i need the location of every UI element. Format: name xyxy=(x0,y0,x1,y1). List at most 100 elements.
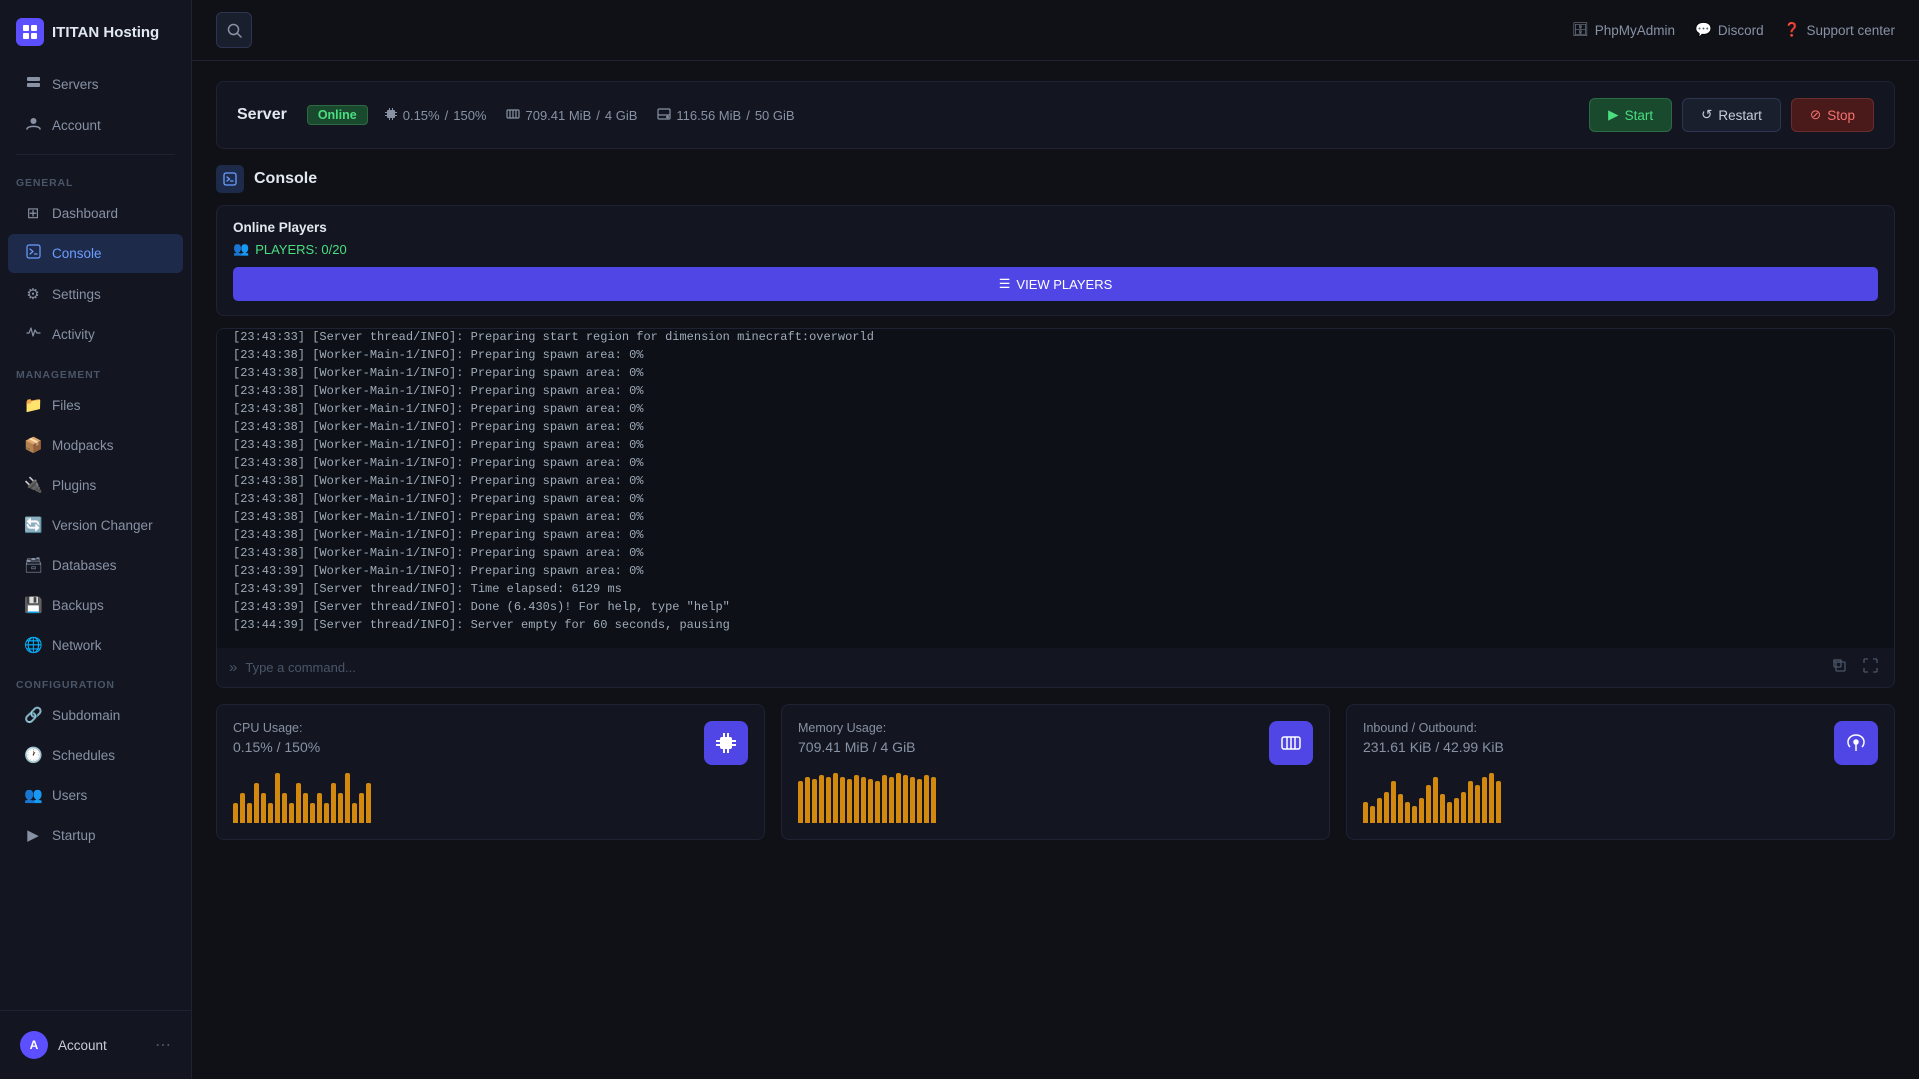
sparkline-bar xyxy=(345,773,350,823)
stop-button[interactable]: ⊘ Stop xyxy=(1791,98,1874,132)
console-output[interactable]: Starting net.minecraft.server.Main[23:43… xyxy=(216,328,1895,648)
sidebar-item-console[interactable]: Console xyxy=(8,234,183,273)
console-line: [23:43:38] [Worker-Main-1/INFO]: Prepari… xyxy=(233,544,1878,562)
discord-label: Discord xyxy=(1718,23,1764,38)
servers-icon xyxy=(24,75,42,94)
account-menu-icon[interactable]: ⋯ xyxy=(155,1035,171,1055)
view-players-icon: ☰ xyxy=(999,276,1011,292)
players-header: Online Players xyxy=(233,220,1878,235)
console-section-title: Console xyxy=(254,170,317,188)
sidebar-item-databases[interactable]: 🗃 Databases xyxy=(8,546,183,584)
sparkline-bar xyxy=(289,803,294,823)
sidebar-item-label: Plugins xyxy=(52,478,96,493)
sparkline-bar xyxy=(1454,798,1459,823)
sidebar-item-account-top[interactable]: Account xyxy=(8,106,183,145)
sidebar-item-subdomain[interactable]: 🔗 Subdomain xyxy=(8,696,183,734)
console-icon xyxy=(24,244,42,263)
stats-row: CPU Usage: 0.15% / 150% Memory Usage: 70… xyxy=(216,704,1895,840)
memory-stat: 709.41 MiB / 4 GiB xyxy=(506,107,637,124)
topbar-right: 🗄 PhpMyAdmin 💬 Discord ❓ Support center xyxy=(1572,22,1895,38)
sidebar-item-dashboard[interactable]: ⊞ Dashboard xyxy=(8,194,183,232)
account-top-icon xyxy=(24,116,42,135)
console-section-icon xyxy=(216,165,244,193)
app-logo[interactable]: ITITAN Hosting xyxy=(0,0,191,64)
console-line: [23:43:38] [Worker-Main-1/INFO]: Prepari… xyxy=(233,418,1878,436)
cpu-value: 0.15% xyxy=(403,108,440,123)
sidebar-item-activity[interactable]: Activity xyxy=(8,315,183,354)
sidebar-account[interactable]: A Account ⋯ xyxy=(8,1021,183,1069)
sparkline-bar xyxy=(861,777,866,823)
sidebar-item-label: Network xyxy=(52,638,102,653)
cpu-card-info: CPU Usage: 0.15% / 150% xyxy=(233,721,371,823)
sparkline-bar xyxy=(917,779,922,823)
sidebar-item-servers[interactable]: Servers xyxy=(8,65,183,104)
cpu-usage-card: CPU Usage: 0.15% / 150% xyxy=(216,704,765,840)
sparkline-bar xyxy=(812,779,817,823)
sidebar-item-files[interactable]: 📁 Files xyxy=(8,386,183,424)
sidebar-item-label: Dashboard xyxy=(52,206,118,221)
console-line: [23:43:38] [Worker-Main-1/INFO]: Prepari… xyxy=(233,472,1878,490)
fullscreen-button[interactable] xyxy=(1859,656,1882,679)
phpmyadmin-icon: 🗄 xyxy=(1572,22,1589,38)
sidebar-divider-1 xyxy=(16,154,175,155)
sparkline-bar xyxy=(359,793,364,823)
console-line: [23:43:38] [Worker-Main-1/INFO]: Prepari… xyxy=(233,382,1878,400)
status-badge: Online xyxy=(307,105,368,125)
sidebar-item-plugins[interactable]: 🔌 Plugins xyxy=(8,466,183,504)
console-line: [23:43:33] [Server thread/INFO]: Prepari… xyxy=(233,328,1878,346)
server-label: Server xyxy=(237,106,287,124)
memory-usage-card: Memory Usage: 709.41 MiB / 4 GiB xyxy=(781,704,1330,840)
players-count: 👥 PLAYERS: 0/20 xyxy=(233,241,1878,257)
sidebar-item-label: Subdomain xyxy=(52,708,120,723)
memory-separator: / xyxy=(596,108,600,123)
sparkline-bar xyxy=(819,775,824,823)
memory-card-info: Memory Usage: 709.41 MiB / 4 GiB xyxy=(798,721,936,823)
sidebar-item-settings[interactable]: ⚙ Settings xyxy=(8,275,183,313)
restart-button[interactable]: ↺ Restart xyxy=(1682,98,1781,132)
sparkline-bar xyxy=(1419,798,1424,823)
console-input[interactable] xyxy=(245,660,1820,675)
start-button[interactable]: ▶ Start xyxy=(1589,98,1672,132)
sparkline-bar xyxy=(1426,785,1431,823)
sidebar-item-label: Files xyxy=(52,398,81,413)
memory-max: 4 GiB xyxy=(605,108,638,123)
sidebar-item-backups[interactable]: 💾 Backups xyxy=(8,586,183,624)
sidebar-item-label: Databases xyxy=(52,558,117,573)
sidebar-item-label: Version Changer xyxy=(52,518,153,533)
discord-icon: 💬 xyxy=(1695,22,1712,38)
topbar-left xyxy=(216,12,252,48)
sparkline-bar xyxy=(1475,785,1480,823)
view-players-button[interactable]: ☰ VIEW PLAYERS xyxy=(233,267,1878,301)
sparkline-bar xyxy=(1496,781,1501,823)
copy-button[interactable] xyxy=(1828,656,1851,679)
discord-link[interactable]: 💬 Discord xyxy=(1695,22,1764,38)
sparkline-bar xyxy=(282,793,287,823)
sidebar-item-version-changer[interactable]: 🔄 Version Changer xyxy=(8,506,183,544)
sidebar-item-network[interactable]: 🌐 Network xyxy=(8,626,183,664)
start-icon: ▶ xyxy=(1608,107,1618,123)
console-line: [23:43:38] [Worker-Main-1/INFO]: Prepari… xyxy=(233,364,1878,382)
sidebar-item-modpacks[interactable]: 📦 Modpacks xyxy=(8,426,183,464)
network-icon: 🌐 xyxy=(24,636,42,654)
sparkline-bar xyxy=(310,803,315,823)
sparkline-bar xyxy=(1405,802,1410,823)
network-card-label: Inbound / Outbound: xyxy=(1363,721,1504,735)
sparkline-bar xyxy=(1461,792,1466,823)
server-bar-right: ▶ Start ↺ Restart ⊘ Stop xyxy=(1589,98,1874,132)
network-sparkline xyxy=(1363,763,1504,823)
stop-icon: ⊘ xyxy=(1810,107,1821,123)
phpmyadmin-link[interactable]: 🗄 PhpMyAdmin xyxy=(1572,22,1675,38)
support-link[interactable]: ❓ Support center xyxy=(1784,22,1895,38)
search-button[interactable] xyxy=(216,12,252,48)
backups-icon: 💾 xyxy=(24,596,42,614)
sidebar-item-schedules[interactable]: 🕐 Schedules xyxy=(8,736,183,774)
disk-separator: / xyxy=(746,108,750,123)
dashboard-icon: ⊞ xyxy=(24,204,42,222)
console-line: [23:43:38] [Worker-Main-1/INFO]: Prepari… xyxy=(233,400,1878,418)
console-line: [23:43:38] [Worker-Main-1/INFO]: Prepari… xyxy=(233,454,1878,472)
cpu-separator: / xyxy=(445,108,449,123)
sidebar-item-users[interactable]: 👥 Users xyxy=(8,776,183,814)
sidebar-item-startup[interactable]: ▶ Startup xyxy=(8,816,183,854)
sparkline-bar xyxy=(1468,781,1473,823)
sparkline-bar xyxy=(1412,806,1417,823)
